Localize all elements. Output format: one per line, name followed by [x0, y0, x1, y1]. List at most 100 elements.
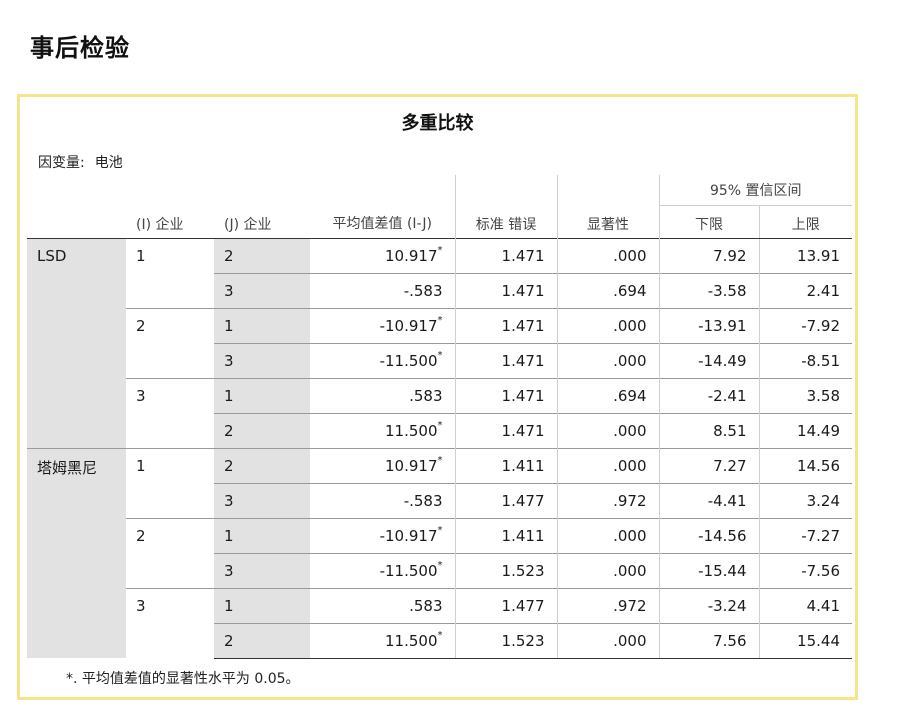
j-value: 1 [214, 307, 310, 343]
table-row: 2 1 -10.917* 1.411.000 -14.56 -7.27 [27, 517, 852, 588]
method-label: LSD [27, 238, 126, 448]
j-value: 3 [214, 272, 310, 308]
mean-diff-value: 11.500 [385, 631, 438, 650]
table-row: 3 1 .583 1.471.694 -2.41 3.58 [27, 377, 852, 448]
comparisons-table: 平均值差值 (I-J) 标准 错误 显著性 95% 置信区间 (I) 企业 (J… [27, 175, 852, 659]
table-body: LSD 1 2 10.917* 1.471.000 7.92 13.91 3 -.583 1.47… [27, 238, 852, 659]
std-error-cell: 1.523 [455, 552, 558, 588]
significance-star: * [437, 629, 443, 641]
upper-bound-cell: 14.56 [759, 447, 852, 483]
mean-diff-value: 10.917 [385, 456, 438, 475]
footnote: *. 平均值差值的显著性水平为 0.05。 [66, 671, 300, 687]
mean-diff-cell: -.583 [310, 482, 456, 518]
header-ci-group: 95% 置信区间 [659, 175, 852, 206]
sig-cell: .000 [557, 447, 660, 483]
i-value: 3 [126, 587, 214, 658]
std-error-cell: 1.523 [455, 622, 558, 659]
mean-diff-cell: 10.917* [310, 238, 456, 273]
mean-diff-cell: -11.500* [310, 552, 456, 588]
upper-bound-cell: 14.49 [759, 412, 852, 448]
sig-cell: .000 [557, 238, 660, 273]
j-value: 3 [214, 552, 310, 588]
lower-bound-cell: -15.44 [659, 552, 760, 588]
dependent-variable-value: 电池 [94, 155, 123, 171]
lower-bound-cell: -14.56 [659, 517, 760, 553]
std-error-cell: 1.471 [455, 307, 558, 343]
upper-bound-cell: -7.27 [759, 517, 852, 553]
i-value: 2 [126, 517, 214, 588]
lower-bound-cell: 7.56 [659, 622, 760, 659]
i-value: 1 [136, 246, 146, 265]
table-title: 多重比较 [401, 113, 474, 134]
significance-star: * [437, 349, 443, 361]
j-value: 3 [214, 342, 310, 378]
sig-cell: .000 [557, 342, 660, 378]
sig-cell: .972 [557, 482, 660, 518]
std-error-cell: 1.411 [455, 517, 558, 553]
lower-bound-cell: -3.24 [659, 587, 760, 623]
i-value: 3 [126, 377, 214, 448]
header-lower: 下限 [659, 205, 760, 239]
significance-star: * [437, 454, 443, 466]
lower-bound-cell: -14.49 [659, 342, 760, 378]
mean-diff-value: -11.500 [379, 351, 438, 370]
table-row: 2 1 -10.917* 1.471.000 -13.91 -7.92 [27, 307, 852, 378]
j-value: 2 [214, 447, 310, 483]
header-upper: 上限 [759, 205, 852, 239]
mean-diff-value: .583 [409, 386, 443, 405]
upper-bound-cell: -8.51 [759, 342, 852, 378]
std-error-cell: 1.471 [455, 377, 558, 413]
significance-star: * [437, 559, 443, 571]
sig-cell: .000 [557, 307, 660, 343]
std-error-cell: 1.471 [455, 238, 558, 273]
mean-diff-cell: -.583 [310, 272, 456, 308]
j-value: 1 [214, 587, 310, 623]
sig-cell: .000 [557, 552, 660, 588]
lower-bound-cell: 7.27 [659, 447, 760, 483]
header-i: (I) 企业 [126, 205, 214, 239]
j-value: 3 [214, 482, 310, 518]
std-error-cell: 1.477 [455, 587, 558, 623]
mean-diff-cell: -10.917* [310, 307, 456, 343]
mean-diff-value: 10.917 [385, 246, 438, 265]
significance-star: * [437, 244, 443, 256]
mean-diff-cell: 11.500* [310, 412, 456, 448]
lower-bound-cell: 8.51 [659, 412, 760, 448]
significance-star: * [437, 419, 443, 431]
sig-cell: .000 [557, 412, 660, 448]
std-error-cell: 1.471 [455, 412, 558, 448]
dependent-variable-label: 因变量: [38, 155, 85, 171]
mean-diff-cell: 10.917* [310, 447, 456, 483]
upper-bound-cell: 3.24 [759, 482, 852, 518]
std-error-cell: 1.411 [455, 447, 558, 483]
mean-diff-value: -10.917 [379, 526, 438, 545]
i-value: 1 [126, 447, 214, 518]
mean-diff-value: -11.500 [379, 561, 438, 580]
header-j: (J) 企业 [214, 205, 310, 239]
j-value: 1 [214, 517, 310, 553]
lower-bound-cell: -13.91 [659, 307, 760, 343]
upper-bound-cell: -7.92 [759, 307, 852, 343]
upper-bound-cell: 3.58 [759, 377, 852, 413]
mean-diff-value: 11.500 [385, 421, 438, 440]
lower-bound-cell: -2.41 [659, 377, 760, 413]
upper-bound-cell: 2.41 [759, 272, 852, 308]
upper-bound-cell: 13.91 [797, 246, 840, 265]
header-significance: 显著性 [557, 175, 660, 238]
table-row: 3 1 .583 1.477.972 -3.24 4.41 [27, 587, 852, 658]
mean-diff-cell: .583 [310, 587, 456, 623]
sig-cell: .694 [557, 377, 660, 413]
sig-cell: .000 [557, 517, 660, 553]
sig-cell: .000 [557, 622, 660, 659]
significance-star: * [437, 524, 443, 536]
std-error-cell: 1.471 [455, 342, 558, 378]
page-heading: 事后检验 [30, 33, 130, 62]
j-value: 2 [214, 412, 310, 448]
mean-diff-cell: .583 [310, 377, 456, 413]
upper-bound-cell: 15.44 [759, 622, 852, 659]
j-value: 2 [214, 622, 310, 659]
j-value: 1 [214, 377, 310, 413]
mean-diff-cell: -11.500* [310, 342, 456, 378]
std-error-cell: 1.477 [455, 482, 558, 518]
sig-cell: .694 [557, 272, 660, 308]
